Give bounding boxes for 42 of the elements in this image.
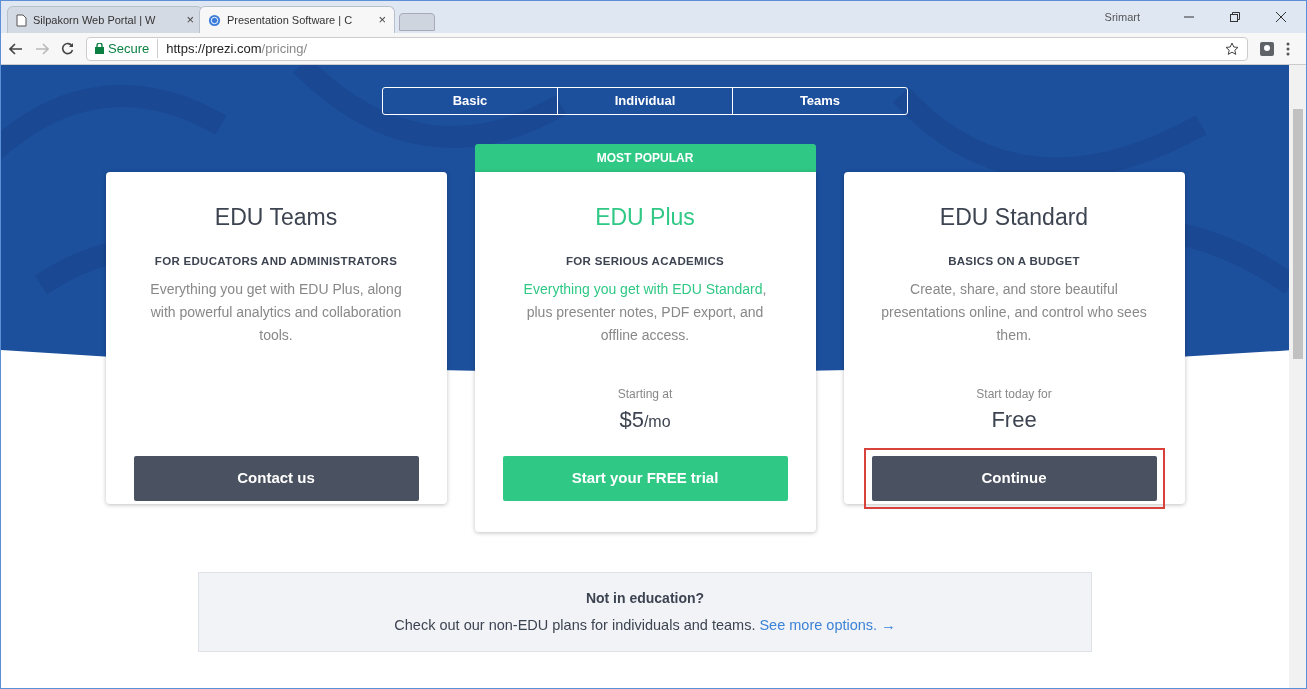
- plan-badge: MOST POPULAR: [474, 144, 816, 172]
- menu-icon[interactable]: [1286, 41, 1290, 56]
- price: $5/mo: [619, 405, 671, 434]
- plan-button[interactable]: Contact us: [133, 455, 419, 501]
- close-icon[interactable]: ×: [186, 10, 194, 30]
- restore-icon[interactable]: [1230, 12, 1240, 22]
- see-more-link[interactable]: See more options. →: [759, 616, 896, 633]
- page-icon: [16, 13, 27, 27]
- plan-subtitle: BASICS ON A BUDGET: [948, 253, 1080, 269]
- plan-name: EDU Teams: [214, 203, 338, 232]
- lock-icon: [95, 43, 104, 54]
- price: Free: [991, 405, 1037, 434]
- price-note: Starting at: [617, 385, 673, 403]
- price-note: Start today for: [976, 385, 1052, 403]
- back-icon[interactable]: [9, 42, 23, 55]
- plan-name: EDU Plus: [595, 203, 695, 232]
- star-icon[interactable]: [1225, 41, 1239, 56]
- plan-tab[interactable]: Individual: [557, 88, 732, 114]
- close-icon[interactable]: ×: [378, 10, 386, 30]
- plan-button[interactable]: Continue: [871, 455, 1157, 501]
- url-text: https://prezi.com/pricing/: [165, 39, 308, 58]
- plan-subtitle: FOR SERIOUS ACADEMICS: [566, 253, 724, 269]
- plan-description: Everything you get with EDU Plus, along with powerful analytics and collaboration tools.: [149, 279, 403, 345]
- plan-name: EDU Standard: [939, 203, 1089, 232]
- close-icon[interactable]: [1276, 12, 1286, 22]
- plan-description: Everything you get with EDU Standard, plus presenter notes, PDF export, and offline access.: [522, 279, 768, 345]
- info-title: Not in education?: [585, 588, 705, 608]
- scrollbar[interactable]: [1289, 65, 1306, 688]
- plan-tab[interactable]: Teams: [732, 88, 907, 114]
- browser-tab[interactable]: Presentation Software | C ×: [199, 6, 395, 33]
- tab-title: Silpakorn Web Portal | W: [33, 12, 157, 28]
- reload-icon[interactable]: [61, 42, 74, 55]
- info-text: Check out our non-EDU plans for individuals and teams. See more options. →: [394, 615, 896, 635]
- profile-name[interactable]: Srimart: [1104, 8, 1140, 26]
- extension-icon[interactable]: [1260, 41, 1274, 56]
- globe-icon: [208, 13, 221, 27]
- plan-subtitle: FOR EDUCATORS AND ADMINISTRATORS: [154, 253, 398, 269]
- tab-title: Presentation Software | C: [227, 12, 354, 28]
- plan-tab[interactable]: Basic: [383, 88, 557, 114]
- secure-label: Secure: [108, 38, 159, 59]
- plan-description: Create, share, and store beautiful presentations online, and control who sees them.: [880, 279, 1148, 345]
- address-bar[interactable]: Secure https://prezi.com/pricing/: [86, 36, 1248, 61]
